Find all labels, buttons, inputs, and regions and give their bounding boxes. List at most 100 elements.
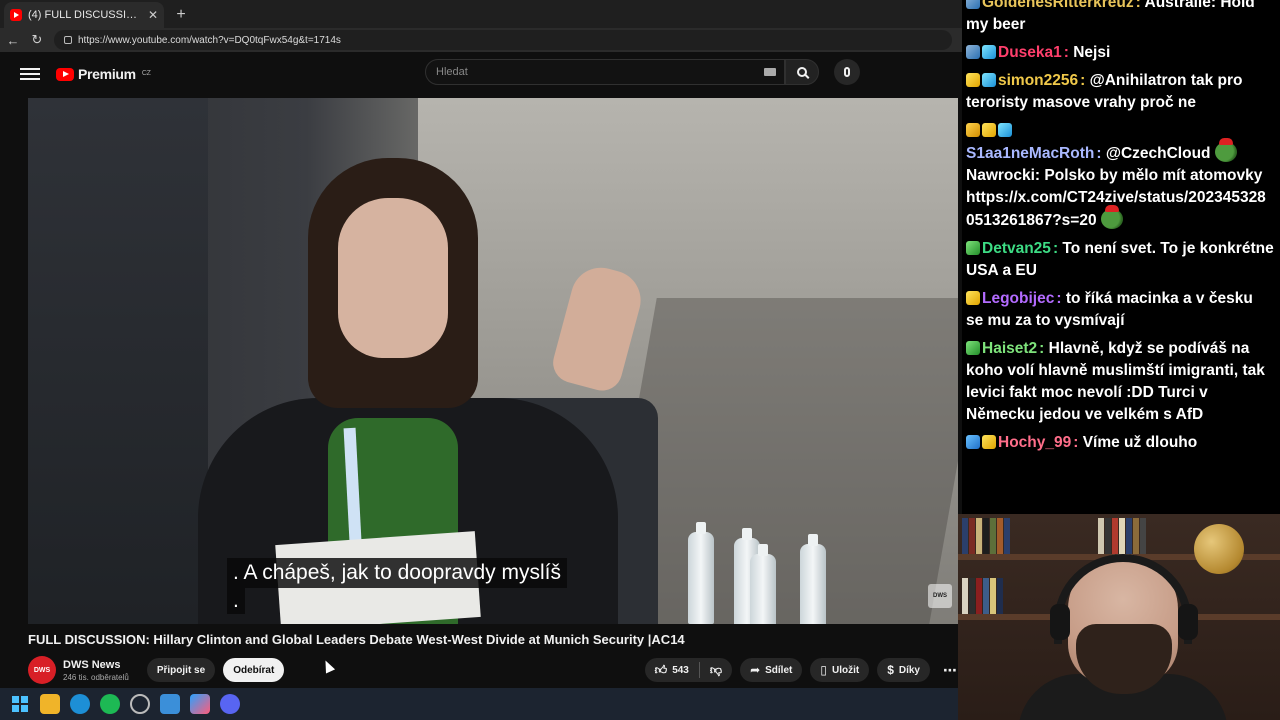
globe-decoration [1194, 524, 1244, 574]
channel-avatar[interactable]: DWS [28, 656, 56, 684]
like-button[interactable]: 👍︎ 543 [645, 664, 699, 676]
water-bottle [750, 544, 776, 624]
close-tab-icon[interactable]: ✕ [148, 8, 158, 22]
chat-message: Legobijec: to říká macinka a v česku se … [966, 290, 1253, 329]
frog-emote-icon [1214, 138, 1237, 162]
subtitle-line-1: . A chápeš, jak to doopravdy myslíš [227, 558, 568, 588]
channel-info: DWS News 246 tis. odběratelů [63, 659, 129, 682]
frog-emote-icon [1100, 205, 1123, 229]
thumbs-down-icon: 👎︎ [709, 663, 723, 677]
copilot-icon[interactable] [190, 694, 210, 714]
chat-text: @CzechCloud [1105, 145, 1211, 162]
stream-chat-panel: GoldenesRitterkreuz: Australie: Hold my … [962, 0, 1280, 514]
bookshelf [962, 518, 1011, 554]
menu-icon[interactable] [20, 68, 40, 80]
chat-badge-icon [982, 123, 996, 137]
water-bottle [688, 522, 714, 624]
chat-badge-icon [966, 341, 980, 355]
file-explorer-icon[interactable] [40, 694, 60, 714]
channel-row: DWS DWS News 246 tis. odběratelů Připoji… [28, 654, 962, 686]
logo-region: CZ [141, 70, 151, 77]
chat-username[interactable]: Duseka1 [998, 44, 1062, 61]
dislike-button[interactable]: 👎︎ [700, 664, 732, 676]
video-player[interactable]: . A chápeš, jak to doopravdy myslíš . DW… [28, 98, 958, 624]
headset [1054, 554, 1192, 644]
address-bar-row: ← ↻ https://www.youtube.com/watch?v=DQ0t… [0, 28, 962, 52]
streamer-webcam [958, 514, 1280, 720]
screen: (4) FULL DISCUSSION: Hillary Clint ✕ + ←… [0, 0, 1280, 720]
tab-title: (4) FULL DISCUSSION: Hillary Clint [28, 9, 142, 21]
chat-badge-icon [966, 0, 980, 9]
chat-badge-icon [966, 45, 980, 59]
logo-text: Premium [78, 66, 136, 82]
chat-badge-icon [998, 123, 1012, 137]
subtitle-line-2: . [227, 588, 245, 614]
channel-watermark[interactable]: DWS [928, 584, 952, 608]
save-button[interactable]: ▯ Uložit [810, 658, 870, 682]
chat-badge-icon [966, 73, 980, 87]
chat-badge-icon [966, 123, 980, 137]
discord-icon[interactable] [220, 694, 240, 714]
url-text: https://www.youtube.com/watch?v=DQ0tqFwx… [78, 34, 341, 46]
spotify-icon[interactable] [100, 694, 120, 714]
video-person-left [28, 98, 208, 624]
new-tab-button[interactable]: + [168, 2, 194, 28]
search-input[interactable]: Hledat [425, 59, 785, 85]
search-icon [797, 67, 807, 77]
chat-message: S1aa1neMacRoth: @CzechCloud Nawrocki: Pol… [966, 120, 1274, 232]
chat-badge-icon [966, 241, 980, 255]
video-speaker-face [338, 198, 448, 358]
reload-icon[interactable]: ↻ [30, 32, 44, 48]
site-info-icon[interactable] [64, 36, 72, 44]
chat-username[interactable]: Haiset2 [982, 340, 1037, 357]
keyboard-icon[interactable] [764, 68, 776, 76]
windows-taskbar [0, 688, 962, 720]
join-button[interactable]: Připojit se [146, 658, 216, 682]
chat-username[interactable]: GoldenesRitterkreuz [982, 0, 1134, 11]
chat-username[interactable]: Legobijec [982, 290, 1054, 307]
chat-text: Víme už dlouho [1082, 434, 1198, 451]
chat-username[interactable]: Detvan25 [982, 240, 1051, 257]
channel-name[interactable]: DWS News [63, 659, 129, 671]
video-title: FULL DISCUSSION: Hillary Clinton and Glo… [28, 632, 685, 647]
browser-tab[interactable]: (4) FULL DISCUSSION: Hillary Clint ✕ [4, 2, 164, 28]
water-bottle [800, 534, 826, 624]
subscribe-button[interactable]: Odebírat [223, 658, 285, 682]
bookmark-icon: ▯ [820, 663, 827, 677]
notepad-icon[interactable] [160, 694, 180, 714]
back-arrow-icon[interactable]: ← [6, 33, 20, 48]
chat-message: Detvan25: To není svet. To je konkrétne … [966, 240, 1274, 279]
chat-message: Haiset2: Hlavně, když se podíváš na koho… [966, 340, 1265, 423]
thanks-button[interactable]: $ Díky [877, 658, 930, 682]
chat-badge-icon [966, 435, 980, 449]
youtube-header: Premium CZ Hledat [0, 52, 962, 96]
like-count: 543 [672, 664, 689, 676]
share-button[interactable]: ➦ Sdílet [740, 658, 803, 682]
chat-badge-icon [966, 291, 980, 305]
like-dislike-group: 👍︎ 543 👎︎ [644, 658, 733, 682]
chat-badge-icon [982, 73, 996, 87]
edge-browser-icon[interactable] [70, 694, 90, 714]
chat-message-list: GoldenesRitterkreuz: Australie: Hold my … [966, 0, 1274, 454]
search-placeholder: Hledat [436, 66, 468, 78]
subscriber-count: 246 tis. odběratelů [63, 672, 129, 682]
chat-message: GoldenesRitterkreuz: Australie: Hold my … [966, 0, 1274, 36]
save-label: Uložit [831, 664, 860, 676]
dollar-icon: $ [887, 663, 894, 677]
video-actions: 👍︎ 543 👎︎ ➦ Sdílet ▯ Uložit $ Díky ⋯ [644, 658, 962, 682]
url-field[interactable]: https://www.youtube.com/watch?v=DQ0tqFwx… [54, 30, 952, 50]
chat-username[interactable]: Hochy_99 [998, 434, 1071, 451]
chat-username[interactable]: S1aa1neMacRoth [966, 145, 1094, 162]
voice-search-button[interactable] [834, 59, 860, 85]
windows-start-icon[interactable] [10, 694, 30, 714]
search-button[interactable] [785, 59, 819, 85]
chat-badge-icon [982, 435, 996, 449]
youtube-favicon-icon [10, 9, 22, 21]
microphone-icon [844, 67, 850, 77]
app-icon[interactable] [130, 694, 150, 714]
youtube-logo[interactable]: Premium CZ [56, 66, 151, 82]
chat-username[interactable]: simon2256 [998, 72, 1078, 89]
chat-message: Duseka1: Nejsi [966, 42, 1274, 64]
chat-message: simon2256: @Anihilatron tak pro terorist… [966, 72, 1243, 111]
youtube-play-icon [56, 67, 74, 81]
